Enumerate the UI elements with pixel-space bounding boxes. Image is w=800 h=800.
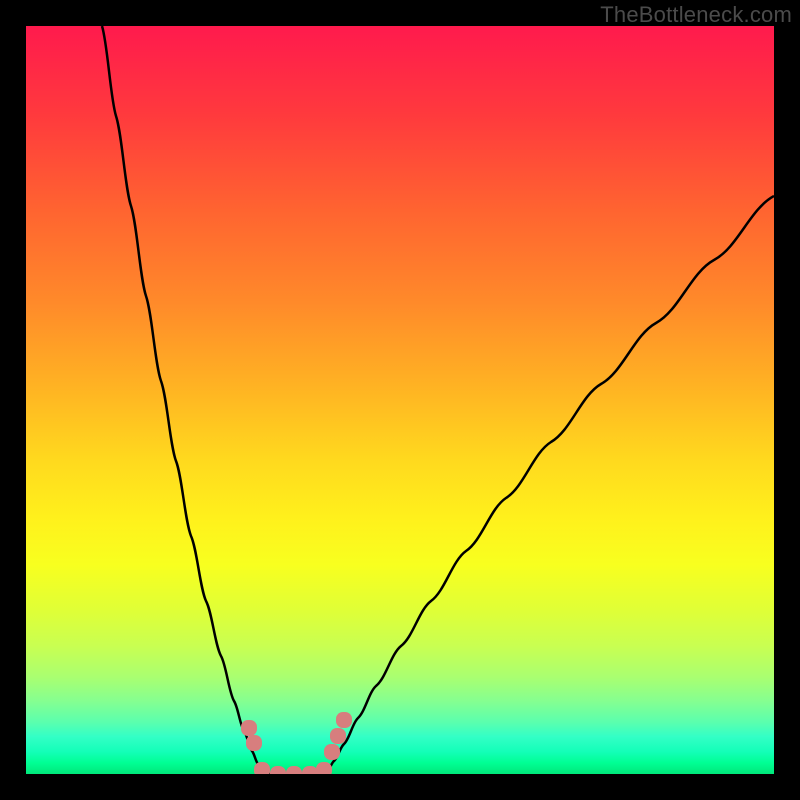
marker-dot (336, 712, 352, 728)
marker-group (241, 712, 352, 774)
watermark-text: TheBottleneck.com (600, 2, 792, 28)
marker-dot (316, 762, 332, 774)
marker-dot (330, 728, 346, 744)
chart-plot-area (26, 26, 774, 774)
curve-group (102, 26, 774, 774)
chart-svg (26, 26, 774, 774)
right-bottleneck-curve (326, 196, 774, 774)
marker-dot (241, 720, 257, 736)
marker-dot (302, 766, 318, 774)
left-bottleneck-curve (102, 26, 264, 774)
marker-dot (246, 735, 262, 751)
chart-frame: TheBottleneck.com (0, 0, 800, 800)
marker-dot (324, 744, 340, 760)
marker-dot (286, 766, 302, 774)
marker-dot (254, 762, 270, 774)
marker-dot (270, 766, 286, 774)
